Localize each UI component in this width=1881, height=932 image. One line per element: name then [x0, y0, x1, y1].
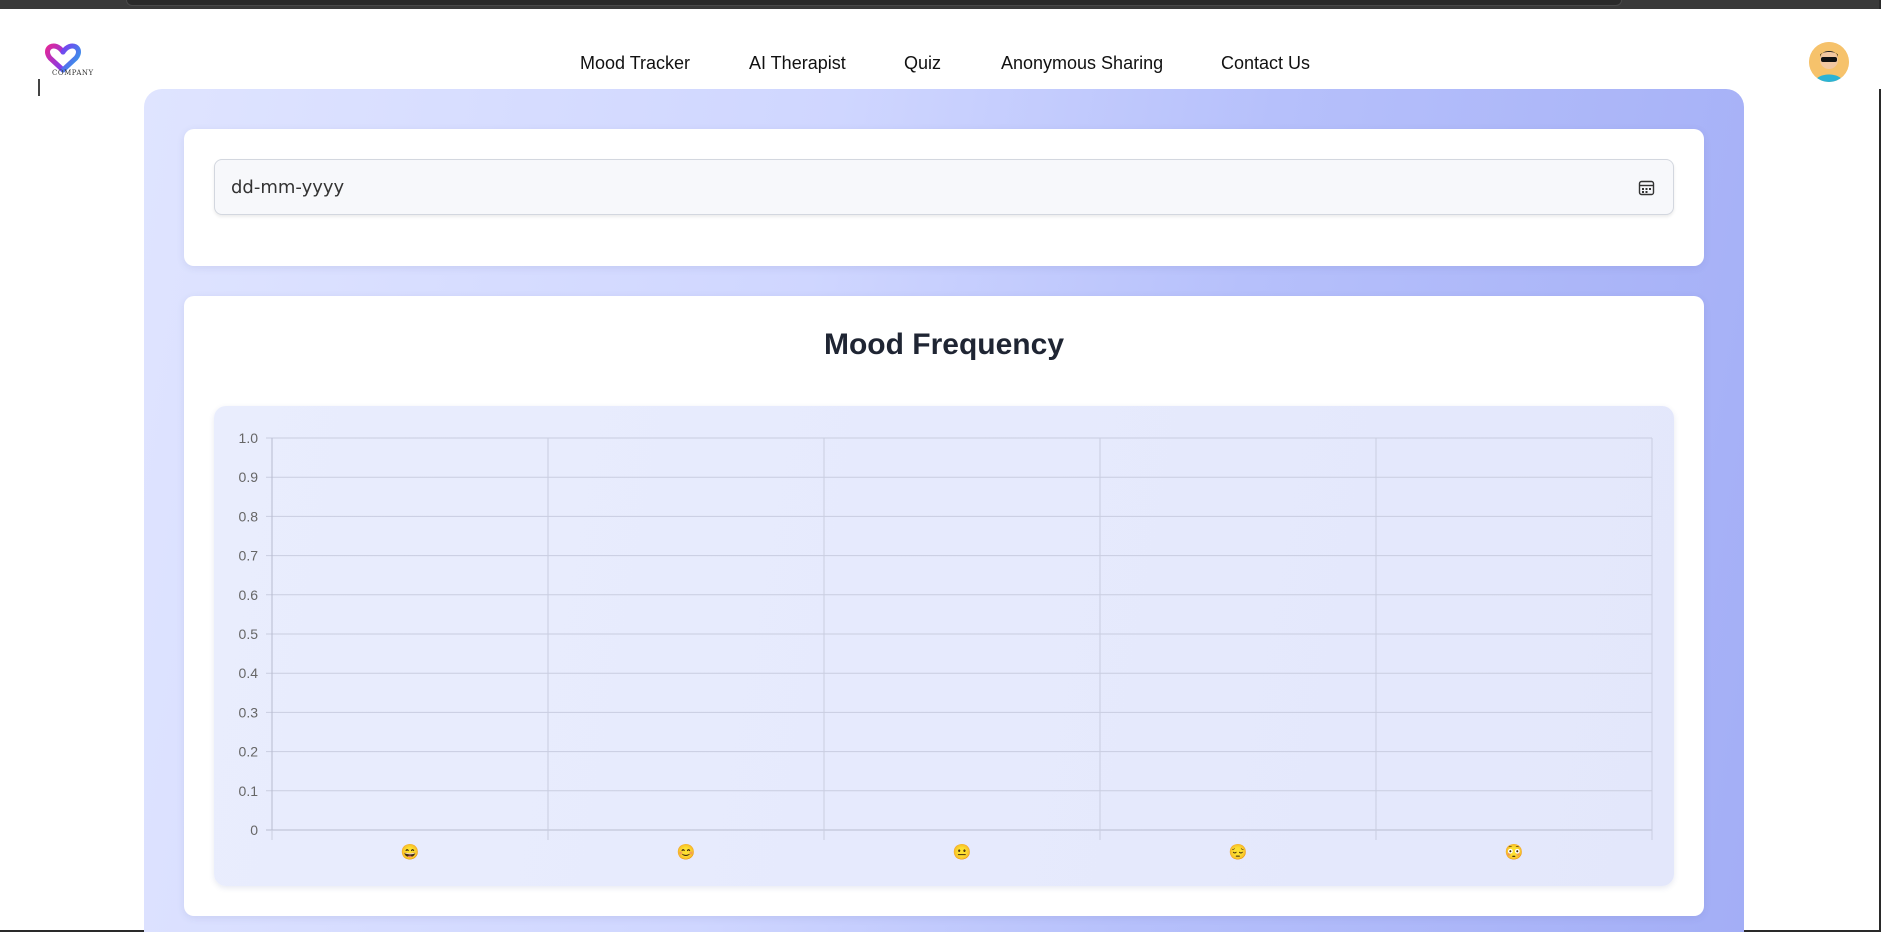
navbar: COMPANY Mood Tracker AI Therapist Quiz A…: [0, 9, 1881, 96]
mood-frequency-chart: 1.0 0.9 0.8 0.7 0.6 0.5 0.4 0.3 0.2 0.1 0 😄 😊 😐 😔 😳: [239, 430, 1653, 861]
nav-anonymous-sharing[interactable]: Anonymous Sharing: [1001, 53, 1163, 74]
y-tick-label: 0.2: [239, 744, 259, 760]
y-tick-label: 1.0: [239, 430, 259, 446]
y-tick-label: 0.5: [239, 626, 259, 642]
nav-quiz[interactable]: Quiz: [904, 53, 941, 74]
y-tick-label: 0.8: [239, 508, 259, 524]
y-tick-label: 0: [250, 822, 258, 838]
x-tick-label: 😐: [953, 843, 972, 861]
nav-mood-tracker[interactable]: Mood Tracker: [580, 53, 690, 74]
nav-ai-therapist[interactable]: AI Therapist: [749, 53, 846, 74]
x-tick-label: 😔: [1229, 843, 1248, 861]
main-nav: Mood Tracker AI Therapist Quiz Anonymous…: [0, 53, 1881, 77]
y-tick-label: 0.1: [239, 783, 259, 799]
date-card: dd-mm-yyyy: [184, 129, 1704, 266]
browser-top-strip: [0, 0, 1881, 9]
y-tick-label: 0.7: [239, 548, 259, 564]
y-tick-label: 0.6: [239, 587, 259, 603]
y-tick-label: 0.4: [239, 665, 259, 681]
nav-contact-us[interactable]: Contact Us: [1221, 53, 1310, 74]
user-avatar[interactable]: [1809, 42, 1849, 82]
mood-frequency-card: Mood Frequency 1.0 0.9 0.8 0.7 0.6 0.5 0.4 0.3 0…: [184, 296, 1704, 916]
logo-divider: [38, 79, 40, 96]
y-tick-label: 0.9: [239, 469, 259, 485]
chart-title: Mood Frequency: [823, 328, 1064, 361]
x-tick-label: 😊: [677, 843, 696, 861]
mood-tracker-container: dd-mm-yyyy Mood Frequency 1.0 0.9 0.8 0.7 0.…: [144, 89, 1744, 932]
browser-address-bar[interactable]: [126, 0, 1622, 6]
date-input[interactable]: dd-mm-yyyy: [214, 159, 1674, 215]
x-tick-label: 😳: [1505, 843, 1524, 861]
calendar-icon[interactable]: [1638, 179, 1655, 196]
date-placeholder: dd-mm-yyyy: [231, 177, 345, 198]
y-tick-label: 0.3: [239, 704, 259, 720]
chart-container: 1.0 0.9 0.8 0.7 0.6 0.5 0.4 0.3 0.2 0.1 0 😄 😊 😐 😔 😳: [214, 406, 1674, 886]
avatar-icon: [1809, 42, 1849, 82]
x-tick-label: 😄: [401, 843, 420, 861]
